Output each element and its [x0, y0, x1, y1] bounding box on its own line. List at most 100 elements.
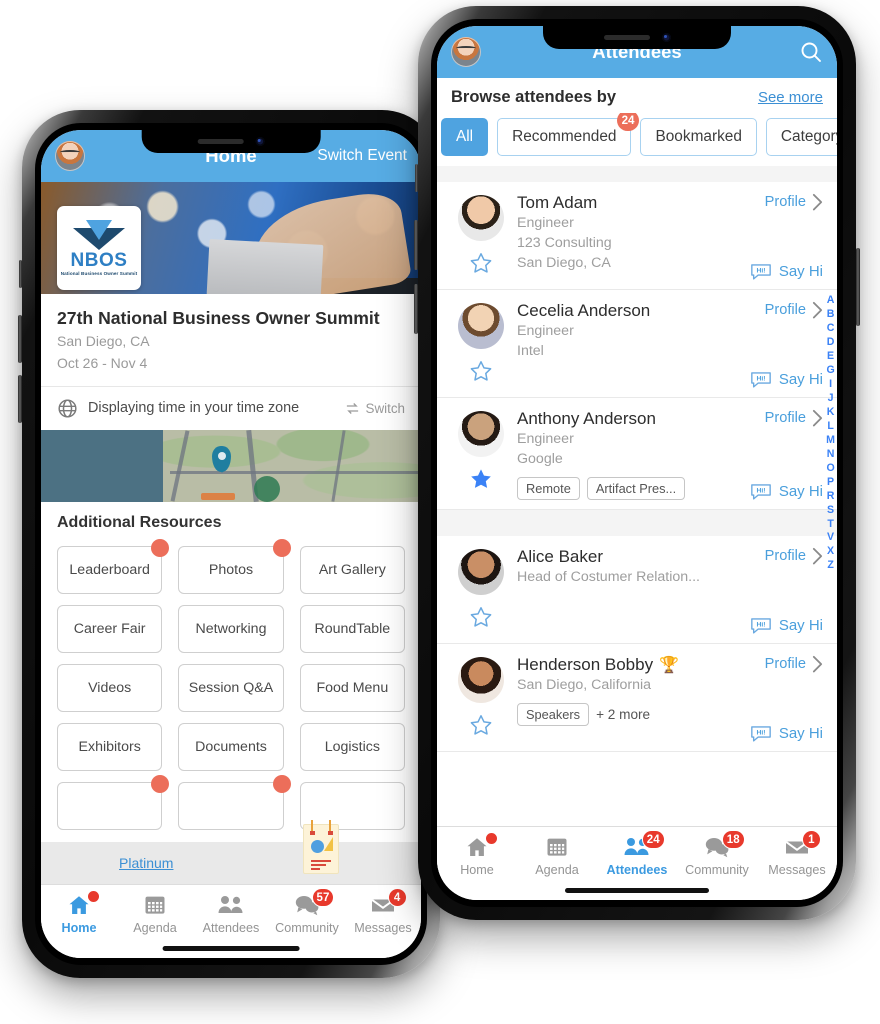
volume-down-button[interactable] [414, 284, 418, 334]
attendee-row[interactable]: Cecelia Anderson Engineer Intel Profile Hi! S… [437, 290, 837, 398]
say-hi-button[interactable]: Hi! Say Hi [750, 482, 823, 500]
alpha-index-letter[interactable]: M [826, 434, 835, 448]
profile-link[interactable]: Profile [765, 409, 823, 427]
star-outline-icon[interactable] [469, 605, 493, 628]
attendee-avatar[interactable] [458, 411, 504, 457]
volume-up-button[interactable] [414, 220, 418, 270]
tab-messages[interactable]: 4 Messages [345, 888, 421, 935]
alpha-index-letter[interactable]: J [828, 392, 834, 406]
attendee-more-tags[interactable]: + 2 more [596, 707, 650, 722]
alpha-index-letter[interactable]: C [827, 322, 835, 336]
alpha-index-letter[interactable]: Z [827, 559, 833, 573]
volume-down-button[interactable] [18, 375, 22, 423]
filter-chip-bookmarked[interactable]: Bookmarked [640, 118, 757, 156]
tab-agenda[interactable]: Agenda [517, 835, 597, 877]
see-more-link[interactable]: See more [758, 89, 823, 106]
sponsor-bar[interactable]: Platinum [41, 820, 421, 884]
resource-button-label: Exhibitors [78, 738, 141, 755]
profile-link[interactable]: Profile [765, 655, 823, 673]
alpha-index-letter[interactable]: R [827, 490, 835, 504]
star-filled-icon[interactable] [469, 467, 493, 490]
alpha-index-letter[interactable]: G [826, 364, 834, 378]
star-outline-icon[interactable] [469, 713, 493, 736]
alpha-index-letter[interactable]: O [826, 462, 834, 476]
tab-attendees[interactable]: 24 Attendees [597, 830, 677, 877]
tab-home[interactable]: Home [437, 832, 517, 877]
volume-up-button[interactable] [18, 315, 22, 363]
browse-label: Browse attendees by [451, 88, 617, 106]
venue-map[interactable] [41, 429, 421, 502]
resource-button[interactable]: Leaderboard [57, 538, 170, 594]
attendee-tag[interactable]: Remote [517, 477, 580, 501]
resource-button[interactable]: Career Fair [57, 604, 163, 653]
resource-button[interactable]: RoundTable [299, 604, 405, 653]
alphabet-index[interactable]: ABCDEGIJKLMNOPRSTVXZ [826, 294, 835, 573]
attendee-tag[interactable]: Speakers [517, 703, 590, 727]
attendee-row[interactable]: Alice Baker Head of Costumer Relation... P… [437, 536, 837, 645]
alpha-index-letter[interactable]: D [827, 336, 835, 350]
tab-attendees[interactable]: Attendees [193, 893, 269, 935]
tab-community[interactable]: 57 Community [269, 888, 345, 935]
say-hi-button[interactable]: Hi! Say Hi [750, 262, 823, 280]
alpha-index-letter[interactable]: B [827, 308, 835, 322]
alpha-index-letter[interactable]: T [827, 518, 833, 532]
switch-event-button[interactable]: Switch Event [317, 147, 407, 165]
resource-button[interactable]: Exhibitors [57, 722, 163, 771]
say-hi-button[interactable]: Hi! Say Hi [750, 616, 823, 634]
alpha-index-letter[interactable]: S [827, 504, 834, 518]
profile-link[interactable]: Profile [765, 301, 823, 319]
mute-switch[interactable] [19, 260, 22, 288]
resource-button[interactable] [299, 781, 405, 830]
resource-button[interactable]: Videos [57, 663, 163, 712]
tab-community[interactable]: 18 Community [677, 830, 757, 877]
alpha-index-letter[interactable]: E [827, 350, 834, 364]
resource-button[interactable]: Photos [178, 538, 291, 594]
attendee-avatar[interactable] [458, 303, 504, 349]
alpha-index-letter[interactable]: A [827, 294, 835, 308]
attendee-row[interactable]: Tom Adam Engineer 123 Consulting San Diego,… [437, 182, 837, 290]
filter-chip-all[interactable]: All [441, 118, 489, 156]
timezone-switch-button[interactable]: Switch [345, 401, 405, 416]
power-button[interactable] [856, 248, 860, 326]
attendee-avatar[interactable] [458, 195, 504, 241]
attendee-row[interactable]: Anthony Anderson Engineer Google Remote Arti… [437, 398, 837, 511]
tab-agenda[interactable]: Agenda [117, 893, 193, 935]
resource-button-label: Photos [208, 561, 254, 578]
attendee-avatar[interactable] [458, 549, 504, 596]
resource-button[interactable]: Logistics [299, 722, 405, 771]
resource-button[interactable]: Networking [178, 604, 284, 653]
alpha-index-letter[interactable]: K [827, 406, 835, 420]
avatar[interactable] [55, 141, 85, 171]
resource-button[interactable] [57, 774, 170, 830]
resource-button[interactable]: Session Q&A [178, 663, 284, 712]
tab-messages[interactable]: 1 Messages [757, 830, 837, 877]
attendee-row[interactable]: Henderson Bobby 🏆 San Diego, California Spe… [437, 644, 837, 753]
alpha-index-letter[interactable]: I [829, 378, 832, 392]
resource-button[interactable]: Art Gallery [299, 545, 405, 594]
star-outline-icon[interactable] [469, 251, 493, 274]
resource-button[interactable]: Documents [178, 722, 284, 771]
attendee-avatar[interactable] [458, 657, 504, 704]
resource-button[interactable]: Food Menu [299, 663, 405, 712]
avatar[interactable] [451, 37, 481, 67]
tab-home[interactable]: Home [41, 890, 117, 935]
search-icon[interactable] [799, 40, 823, 64]
sponsor-ad-card[interactable] [303, 820, 339, 874]
filter-chip-recommended[interactable]: Recommended 24 [497, 113, 640, 156]
event-info-block[interactable]: 27th National Business Owner Summit San … [41, 294, 421, 386]
alpha-index-letter[interactable]: P [827, 476, 834, 490]
alpha-index-letter[interactable]: N [827, 448, 835, 462]
say-hi-button[interactable]: Hi! Say Hi [750, 370, 823, 388]
mute-switch[interactable] [415, 164, 418, 192]
profile-link[interactable]: Profile [765, 193, 823, 211]
star-outline-icon[interactable] [469, 359, 493, 382]
alpha-index-letter[interactable]: X [827, 545, 834, 559]
profile-link[interactable]: Profile [765, 547, 823, 565]
alpha-index-letter[interactable]: V [827, 531, 834, 545]
attendee-tag[interactable]: Artifact Pres... [586, 477, 686, 501]
filter-chip-category[interactable]: Category [765, 118, 837, 156]
alpha-index-letter[interactable]: L [827, 420, 833, 434]
sponsor-tier-link[interactable]: Platinum [119, 855, 173, 871]
say-hi-button[interactable]: Hi! Say Hi [750, 724, 823, 742]
resource-button[interactable] [178, 774, 291, 830]
